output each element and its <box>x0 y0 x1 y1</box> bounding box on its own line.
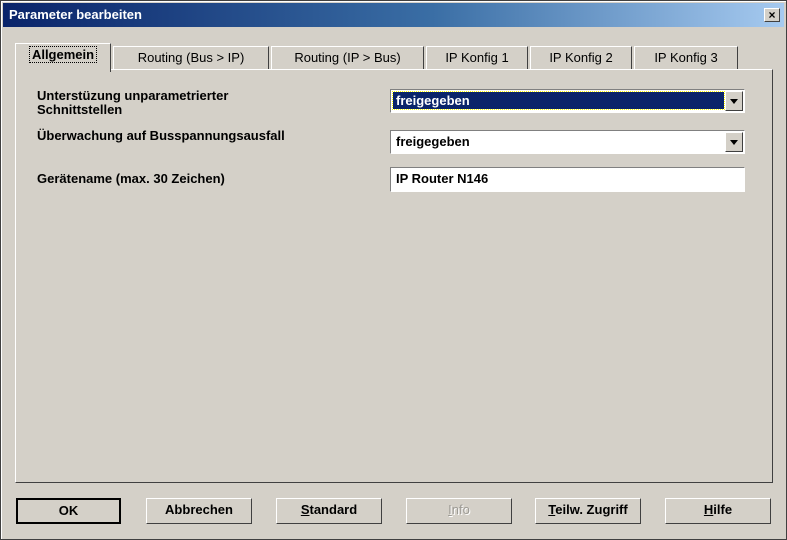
tab-ip-konfig-2[interactable]: IP Konfig 2 <box>530 46 632 70</box>
bus-voltage-monitoring-select[interactable]: freigegeben <box>390 130 745 154</box>
dropdown-button[interactable] <box>725 91 743 111</box>
info-label-rest: nfo <box>451 502 470 517</box>
info-button: Info <box>406 498 512 524</box>
help-mnemonic: H <box>703 502 714 517</box>
tab-routing-bus-ip[interactable]: Routing (Bus > IP) <box>113 46 269 70</box>
tab-label: IP Konfig 3 <box>654 50 718 65</box>
title-bar[interactable]: Parameter bearbeiten × <box>3 3 784 27</box>
close-button[interactable]: × <box>764 8 780 22</box>
device-name-input[interactable]: IP Router N146 <box>390 167 745 192</box>
window-title: Parameter bearbeiten <box>9 7 142 22</box>
bus-voltage-monitoring-label: Überwachung auf Busspannungsausfall <box>37 128 285 143</box>
partial-access-label-rest: eilw. Zugriff <box>555 502 628 517</box>
unparam-label-line2: Schnittstellen <box>37 102 123 117</box>
tab-label: IP Konfig 2 <box>549 50 613 65</box>
chevron-down-icon <box>730 139 738 145</box>
tab-strip: Allgemein Routing (Bus > IP) Routing (IP… <box>15 43 755 72</box>
standard-label-rest: tandard <box>309 502 358 517</box>
standard-mnemonic: S <box>300 502 310 517</box>
tab-label: Allgemein <box>28 46 98 63</box>
partial-access-button[interactable]: Teilw. Zugriff <box>535 498 641 524</box>
tab-allgemein[interactable]: Allgemein <box>15 43 111 72</box>
tab-ip-konfig-1[interactable]: IP Konfig 1 <box>426 46 528 70</box>
tab-ip-konfig-3[interactable]: IP Konfig 3 <box>634 46 738 70</box>
help-label-rest: ilfe <box>713 502 733 517</box>
tab-label: Routing (IP > Bus) <box>294 50 401 65</box>
cancel-button[interactable]: Abbrechen <box>146 498 252 524</box>
tab-label: IP Konfig 1 <box>445 50 509 65</box>
tab-routing-ip-bus[interactable]: Routing (IP > Bus) <box>271 46 424 70</box>
close-icon: × <box>768 8 776 22</box>
unparam-interfaces-label: Unterstüzung unparametrierter Schnittste… <box>37 89 228 117</box>
standard-button[interactable]: Standard <box>276 498 382 524</box>
dropdown-button[interactable] <box>725 132 743 152</box>
tab-label: Routing (Bus > IP) <box>137 50 245 65</box>
ok-button[interactable]: OK <box>16 498 121 524</box>
unparam-label-line1: Unterstüzung unparametrierter <box>37 88 229 103</box>
chevron-down-icon <box>730 98 738 104</box>
dialog-window: Parameter bearbeiten × Allgemein Routing… <box>0 0 787 540</box>
bus-voltage-monitoring-value: freigegeben <box>396 134 470 149</box>
help-button[interactable]: Hilfe <box>665 498 771 524</box>
unparam-interfaces-value: freigegeben <box>392 91 725 110</box>
unparam-interfaces-select[interactable]: freigegeben <box>390 89 745 113</box>
device-name-label: Gerätename (max. 30 Zeichen) <box>37 171 225 186</box>
